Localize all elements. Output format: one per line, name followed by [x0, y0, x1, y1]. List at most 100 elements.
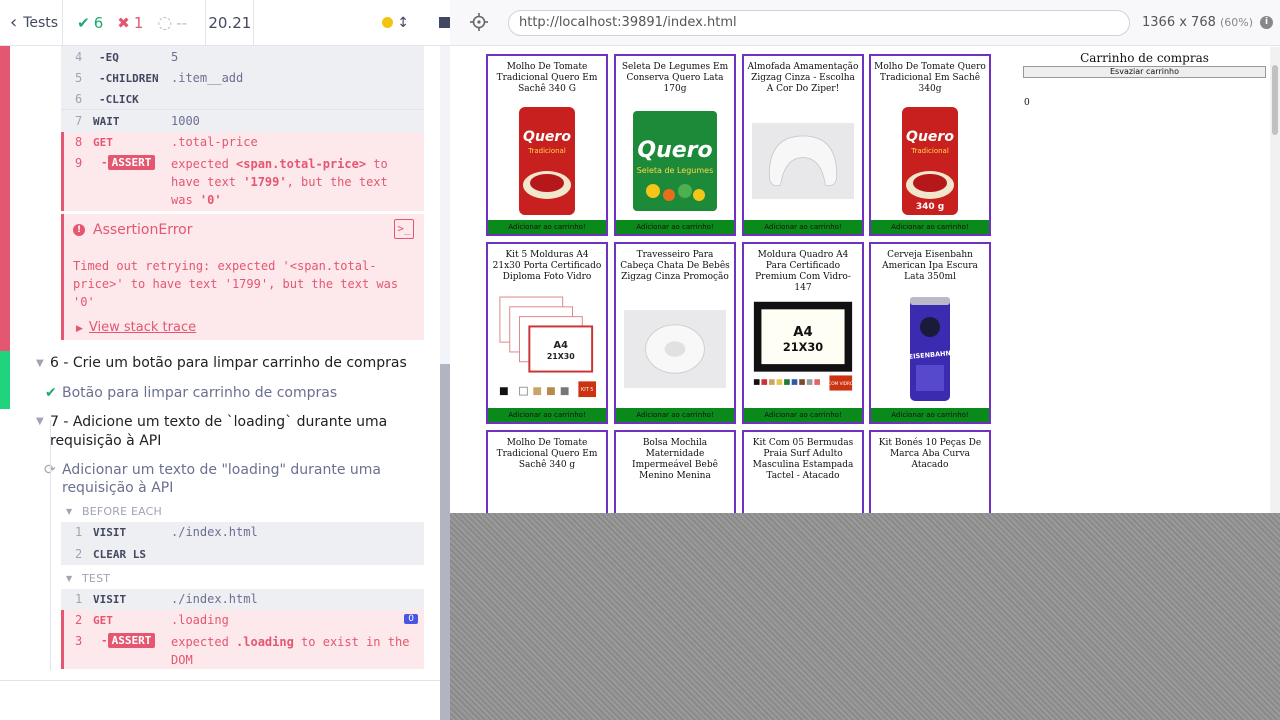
product-card: Almofada Amamentação Zigzag Cinza - Esco…: [742, 54, 864, 236]
cart-title: Carrinho de compras: [1080, 51, 1209, 65]
stop-icon[interactable]: [439, 17, 450, 28]
command-get-loading[interactable]: 2 GET .loading 0: [61, 610, 424, 631]
product-card: Kit Bonés 10 Peças De Marca Aba Curva At…: [869, 430, 991, 513]
suite-7-test[interactable]: Adicionar um texto de "loading" durante …: [62, 461, 407, 497]
caret-down-icon[interactable]: ▼: [36, 416, 44, 427]
svg-text:COM VIDRO: COM VIDRO: [828, 381, 854, 387]
failed-count: 1: [133, 13, 144, 32]
pending-stat: ◌ --: [157, 13, 187, 33]
product-image-wrap: Quero Tradicional 340 g: [879, 102, 981, 220]
command-wait[interactable]: 7 WAIT 1000: [61, 110, 424, 132]
product-title: Kit Bonés 10 Peças De Marca Aba Curva At…: [878, 438, 982, 470]
assert-badge: ASSERT: [107, 155, 156, 170]
error-title: AssertionError: [93, 222, 193, 238]
add-to-cart-button[interactable]: Adicionar ao carrinho!: [871, 408, 989, 422]
url-bar[interactable]: http://localhost:39891/index.html: [508, 10, 1130, 36]
reporter-footer: [0, 680, 440, 720]
pending-icon: ◌: [157, 12, 173, 33]
svg-text:21X30: 21X30: [783, 340, 823, 354]
product-image: Quero Seleta de Legumes: [633, 111, 717, 211]
product-image: [624, 310, 726, 388]
product-title: Bolsa Mochila Maternidade Impermeável Be…: [632, 438, 718, 481]
tests-button[interactable]: ‹ Tests: [0, 0, 64, 45]
tests-label: Tests: [23, 14, 59, 31]
suite-6-title[interactable]: 6 - Crie um botão para limpar carrinho d…: [50, 355, 407, 371]
add-to-cart-button[interactable]: Adicionar ao carrinho!: [616, 220, 734, 234]
empty-cart-button[interactable]: Esvaziar carrinho: [1023, 66, 1266, 78]
passed-stat: ✔ 6: [77, 14, 103, 32]
product-title: Moldura Quadro A4 Para Certificado Premi…: [755, 250, 851, 293]
test-label[interactable]: TEST: [82, 572, 110, 585]
product-image: A4 21X30 KIT 5: [499, 296, 597, 398]
caret-down-icon[interactable]: ▼: [66, 507, 72, 516]
product-image: EISENBAHN: [908, 297, 951, 401]
product-image: Quero Tradicional: [519, 107, 575, 215]
failed-stripe: [0, 46, 10, 351]
reporter-scrollbar-thumb[interactable]: [440, 364, 450, 720]
add-to-cart-button[interactable]: Adicionar ao carrinho!: [488, 220, 606, 234]
product-image-wrap: [624, 478, 726, 513]
x-icon: ✖: [117, 13, 130, 32]
product-image-wrap: Quero Tradicional: [496, 102, 598, 220]
product-image-wrap: EISENBAHN: [879, 290, 981, 408]
app-under-test: Molho De Tomate Tradicional Quero Em Sac…: [451, 47, 1280, 513]
caret-down-icon[interactable]: ▼: [36, 358, 44, 369]
print-to-console-icon[interactable]: >_: [394, 219, 414, 239]
product-title: Molho De Tomate Quero Tradicional Em Sac…: [874, 62, 986, 94]
product-card: Seleta De Legumes Em Conserva Quero Lata…: [614, 54, 736, 236]
passed-stripe: [0, 351, 10, 409]
command-visit[interactable]: 1 VISIT ./index.html: [61, 522, 424, 544]
product-title: Almofada Amamentação Zigzag Cinza - Esco…: [747, 62, 859, 94]
add-to-cart-button[interactable]: Adicionar ao carrinho!: [488, 408, 606, 422]
suite-7-title[interactable]: 7 - Adicione um texto de `loading` duran…: [50, 413, 430, 451]
product-title: Molho De Tomate Tradicional Quero Em Sac…: [496, 438, 598, 470]
controls: ↕: [254, 0, 450, 45]
viewport-info: 1366 x 768 (60%): [1142, 15, 1254, 30]
assert-message: expected .loading to exist in the DOM: [171, 635, 410, 667]
svg-text:Seleta de Legumes: Seleta de Legumes: [637, 166, 714, 175]
product-image: A4 21X30 COM VIDRO: [753, 301, 854, 391]
product-card: Kit 5 Molduras A4 21x30 Porta Certificad…: [486, 242, 608, 424]
command-assert-total-price[interactable]: 9 - ASSERT expected <span.total-price> to…: [61, 153, 424, 211]
product-card: Molho De Tomate Quero Tradicional Em Sac…: [869, 54, 991, 236]
error-message: Timed out retrying: expected '<span.tota…: [73, 259, 399, 309]
failed-stat: ✖ 1: [117, 14, 143, 32]
svg-text:Quero: Quero: [906, 129, 954, 145]
duration: 20.21: [206, 0, 255, 45]
command-eq[interactable]: 4 -EQ 5: [61, 46, 424, 68]
command-visit[interactable]: 1 VISIT ./index.html: [61, 589, 424, 610]
product-image-wrap: [752, 102, 854, 220]
add-to-cart-button[interactable]: Adicionar ao carrinho!: [744, 220, 862, 234]
command-assert-loading[interactable]: 3 - ASSERT expected .loading to exist in …: [61, 631, 424, 669]
selector-playground-icon[interactable]: [470, 13, 488, 31]
command-log[interactable]: 4 -EQ 5 5 -CHILDREN .item__add 6 -CLICK …: [0, 46, 440, 680]
before-each-label[interactable]: BEFORE EACH: [82, 505, 162, 518]
add-to-cart-button[interactable]: Adicionar ao carrinho!: [616, 408, 734, 422]
command-children[interactable]: 5 -CHILDREN .item__add: [61, 68, 424, 89]
svg-text:A4: A4: [793, 325, 812, 340]
check-icon: ✔: [77, 13, 90, 32]
info-icon[interactable]: i: [1260, 16, 1273, 29]
product-title: Seleta De Legumes Em Conserva Quero Lata…: [621, 62, 729, 94]
reporter-panel: ‹ Tests ✔ 6 ✖ 1 ◌ -- 20.21 ↕ 4 -EQ 5 5 -…: [0, 0, 450, 720]
aut-background: [450, 513, 1280, 720]
view-stack-trace[interactable]: ▶ View stack trace: [76, 320, 196, 335]
caret-down-icon[interactable]: ▼: [66, 574, 72, 583]
suite-6-test[interactable]: Botão para limpar carrinho de compras: [62, 385, 337, 401]
product-image-wrap: A4 21X30 KIT 5: [496, 290, 598, 408]
command-click[interactable]: 6 -CLICK: [61, 89, 424, 110]
command-get-total-price[interactable]: 8 GET .total-price: [61, 132, 424, 153]
error-icon: !: [73, 224, 85, 236]
command-clear-ls[interactable]: 2 CLEAR LS: [61, 544, 424, 565]
stats: ✔ 6 ✖ 1 ◌ --: [63, 0, 207, 45]
svg-text:Quero: Quero: [637, 138, 712, 163]
svg-text:KIT 5: KIT 5: [581, 387, 593, 393]
auto-scroll-icon[interactable]: ↕: [397, 15, 409, 31]
svg-text:Tradicional: Tradicional: [527, 147, 566, 155]
svg-text:21X30: 21X30: [547, 352, 575, 361]
add-to-cart-button[interactable]: Adicionar ao carrinho!: [871, 220, 989, 234]
aut-scrollbar[interactable]: [1270, 47, 1280, 513]
product-card: Moldura Quadro A4 Para Certificado Premi…: [742, 242, 864, 424]
add-to-cart-button[interactable]: Adicionar ao carrinho!: [744, 408, 862, 422]
aut-scrollbar-thumb[interactable]: [1272, 65, 1278, 135]
